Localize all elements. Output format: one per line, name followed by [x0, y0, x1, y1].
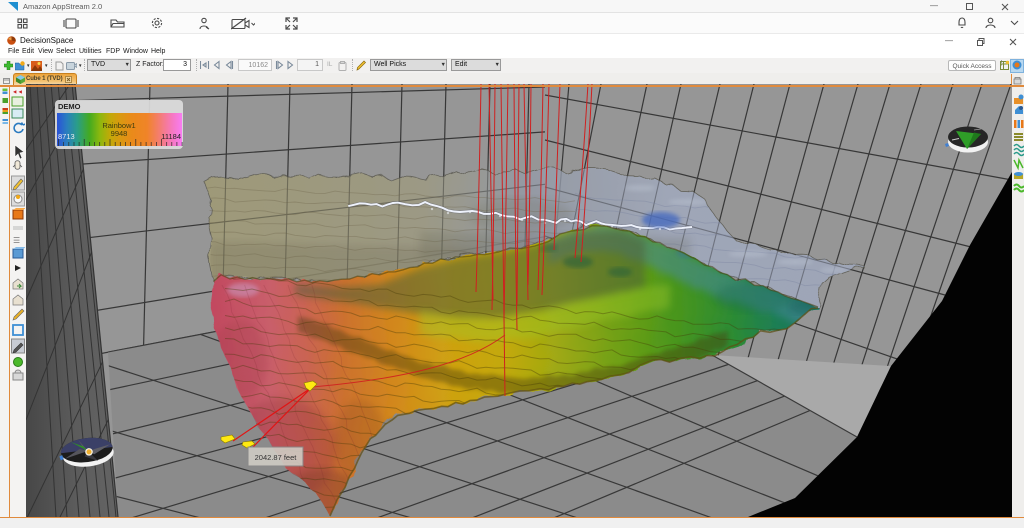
svg-text:DEMO: DEMO	[58, 102, 81, 111]
svg-text:☰: ☰	[13, 236, 20, 245]
svg-text:2042.87 feet: 2042.87 feet	[255, 453, 298, 462]
svg-text:11184: 11184	[161, 132, 181, 141]
svg-text:9948: 9948	[111, 129, 128, 138]
svg-text:◄◄: ◄◄	[12, 90, 23, 96]
svg-text:8713: 8713	[58, 132, 75, 141]
